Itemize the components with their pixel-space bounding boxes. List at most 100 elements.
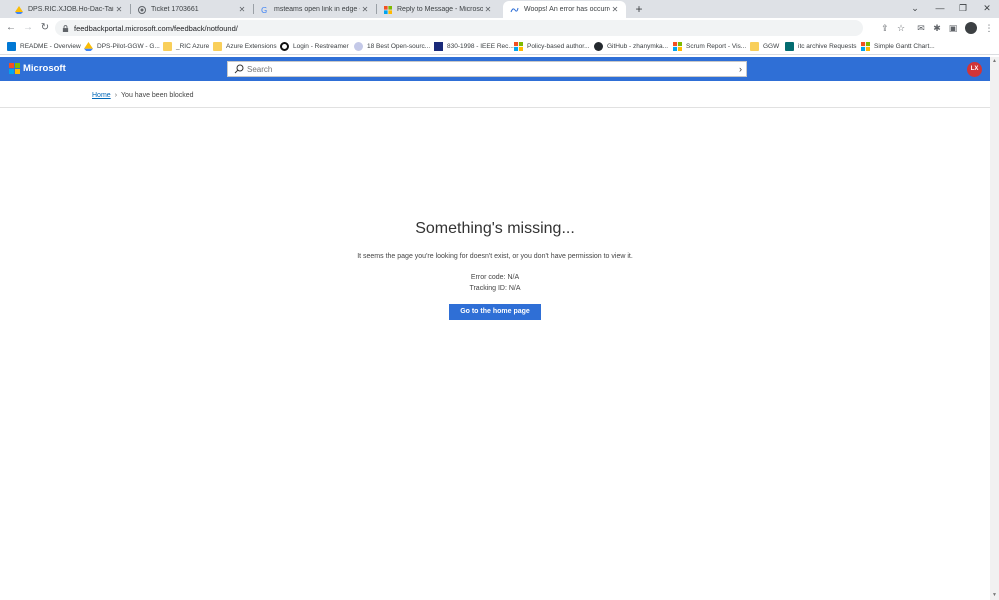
bookmark-item[interactable]: Simple Gantt Chart...	[861, 41, 935, 52]
minimize-icon[interactable]: —	[928, 0, 952, 16]
bookmarks-bar: README - Overview DPS-Pilot-GGW - G... _…	[0, 38, 999, 55]
reload-icon[interactable]: ↻	[37, 20, 53, 36]
bookmark-item[interactable]: 18 Best Open-sourc...	[354, 41, 430, 52]
site-search-box[interactable]: ›	[227, 61, 747, 77]
mail-icon[interactable]: ✉	[914, 21, 928, 35]
share-icon[interactable]: ⇪	[878, 21, 892, 35]
tracking-id: Tracking ID: N/A	[469, 285, 521, 292]
microsoft-icon	[514, 42, 523, 51]
address-bar[interactable]: feedbackportal.microsoft.com/feedback/no…	[55, 20, 863, 36]
microsoft-icon	[673, 42, 682, 51]
side-panel-icon[interactable]: ▣	[946, 21, 960, 35]
bookmark-item[interactable]: _RIC Azure	[163, 41, 209, 52]
site-header: Microsoft › LX	[0, 57, 990, 81]
bookmark-label: GGW	[763, 43, 780, 50]
close-icon[interactable]: ✕	[360, 5, 370, 14]
browser-profile-avatar[interactable]	[965, 22, 977, 34]
bookmark-label: itc archive Requests	[798, 43, 857, 50]
bookmark-item[interactable]: Azure Extensions	[213, 41, 277, 52]
brand-name[interactable]: Microsoft	[23, 63, 66, 74]
bookmark-item[interactable]: README - Overview	[7, 41, 81, 52]
close-icon[interactable]: ✕	[483, 5, 493, 14]
globe-icon	[138, 5, 146, 14]
bookmark-label: 830-1998 - IEEE Rec...	[447, 43, 514, 50]
google-drive-icon	[15, 5, 23, 14]
breadcrumb-home-link[interactable]: Home	[92, 92, 111, 99]
google-icon: G	[261, 6, 267, 14]
microsoft-icon	[861, 42, 870, 51]
user-avatar[interactable]: LX	[967, 62, 982, 77]
globe-icon	[354, 42, 363, 51]
bookmark-label: Azure Extensions	[226, 43, 277, 50]
bookmark-item[interactable]: Login - Restreamer	[280, 41, 349, 52]
restreamer-icon	[280, 42, 289, 51]
bookmark-star-icon[interactable]: ☆	[894, 21, 908, 35]
lock-icon[interactable]	[62, 24, 69, 32]
sharepoint-icon	[785, 42, 794, 51]
close-icon[interactable]: ✕	[610, 5, 620, 14]
azure-devops-icon	[7, 42, 16, 51]
bookmark-item[interactable]: Scrum Report - Vis...	[673, 41, 746, 52]
chevron-right-icon: ›	[114, 92, 118, 99]
bookmark-label: README - Overview	[20, 43, 81, 50]
bookmark-item[interactable]: itc archive Requests	[785, 41, 857, 52]
bookmark-label: 18 Best Open-sourc...	[367, 43, 431, 50]
feedback-icon	[510, 7, 519, 12]
chevron-right-icon[interactable]: ›	[739, 64, 742, 74]
tab-label: Ticket 1703661	[151, 6, 199, 13]
new-tab-button[interactable]: +	[632, 1, 646, 17]
search-icon	[234, 64, 244, 74]
close-icon[interactable]: ✕	[237, 5, 247, 14]
bookmark-item[interactable]: 830-1998 - IEEE Rec...	[434, 41, 514, 52]
forward-arrow-icon[interactable]: →	[20, 20, 36, 36]
breadcrumb: Home › You have been blocked	[92, 92, 194, 99]
folder-icon	[750, 42, 759, 51]
go-home-button[interactable]: Go to the home page	[449, 304, 541, 320]
browser-toolbar: ← → ↻ feedbackportal.microsoft.com/feedb…	[0, 18, 999, 38]
tab-strip: DPS.RIC.XJOB.Ho-Dac-Tai - Google ✕ Ticke…	[0, 0, 999, 18]
bookmark-label: DPS-Pilot-GGW - G...	[97, 43, 160, 50]
bookmark-label: GitHub - zhanymka...	[607, 43, 669, 50]
svg-text:G: G	[261, 6, 267, 14]
google-drive-icon	[84, 42, 93, 51]
tab-search-icon[interactable]: ⌄	[903, 0, 927, 16]
menu-kebab-icon[interactable]: ⋮	[982, 21, 996, 35]
github-icon	[594, 42, 603, 51]
browser-tab-4[interactable]: Reply to Message - Microsoft Co ✕	[377, 1, 499, 18]
folder-icon	[163, 42, 172, 51]
browser-tab-5-active[interactable]: Woops! An error has occurred - F ✕	[503, 1, 626, 18]
bookmark-item[interactable]: GitHub - zhanymka...	[594, 41, 668, 52]
restore-icon[interactable]: ❐	[951, 0, 975, 16]
tab-label: DPS.RIC.XJOB.Ho-Dac-Tai - Google	[28, 6, 114, 13]
bookmark-item[interactable]: DPS-Pilot-GGW - G...	[84, 41, 160, 52]
bookmark-item[interactable]: GGW	[750, 41, 779, 52]
microsoft-icon	[384, 5, 392, 14]
microsoft-logo-icon[interactable]	[9, 63, 20, 74]
tab-label: Reply to Message - Microsoft Co	[397, 6, 483, 13]
extensions-puzzle-icon[interactable]: ✱	[930, 21, 944, 35]
folder-icon	[213, 42, 222, 51]
error-code: Error code: N/A	[470, 274, 520, 281]
page-scrollbar[interactable]: ▲ ▼	[990, 57, 999, 600]
tab-label: msteams open link in edge - Goo	[274, 6, 360, 13]
divider	[0, 107, 990, 108]
back-arrow-icon[interactable]: ←	[3, 20, 19, 36]
browser-tab-2[interactable]: Ticket 1703661 ✕	[131, 1, 253, 18]
bookmark-label: Login - Restreamer	[293, 43, 349, 50]
scroll-up-icon[interactable]: ▲	[990, 57, 999, 66]
error-message: It seems the page you're looking for doe…	[357, 253, 633, 260]
breadcrumb-current: You have been blocked	[121, 92, 194, 99]
bookmark-item[interactable]: Policy-based author...	[514, 41, 590, 52]
close-window-icon[interactable]: ✕	[975, 0, 999, 16]
scroll-down-icon[interactable]: ▼	[990, 591, 999, 600]
close-icon[interactable]: ✕	[114, 5, 124, 14]
tab-label: Woops! An error has occurred - F	[524, 6, 610, 13]
bookmark-label: Simple Gantt Chart...	[874, 43, 935, 50]
search-input[interactable]	[247, 64, 746, 74]
address-url: feedbackportal.microsoft.com/feedback/no…	[74, 23, 238, 33]
ieee-icon	[434, 42, 443, 51]
error-title: Something's missing...	[415, 220, 575, 237]
browser-tab-3[interactable]: G msteams open link in edge - Goo ✕	[254, 1, 376, 18]
browser-tab-1[interactable]: DPS.RIC.XJOB.Ho-Dac-Tai - Google ✕	[8, 1, 130, 18]
bookmark-label: _RIC Azure	[176, 43, 210, 50]
